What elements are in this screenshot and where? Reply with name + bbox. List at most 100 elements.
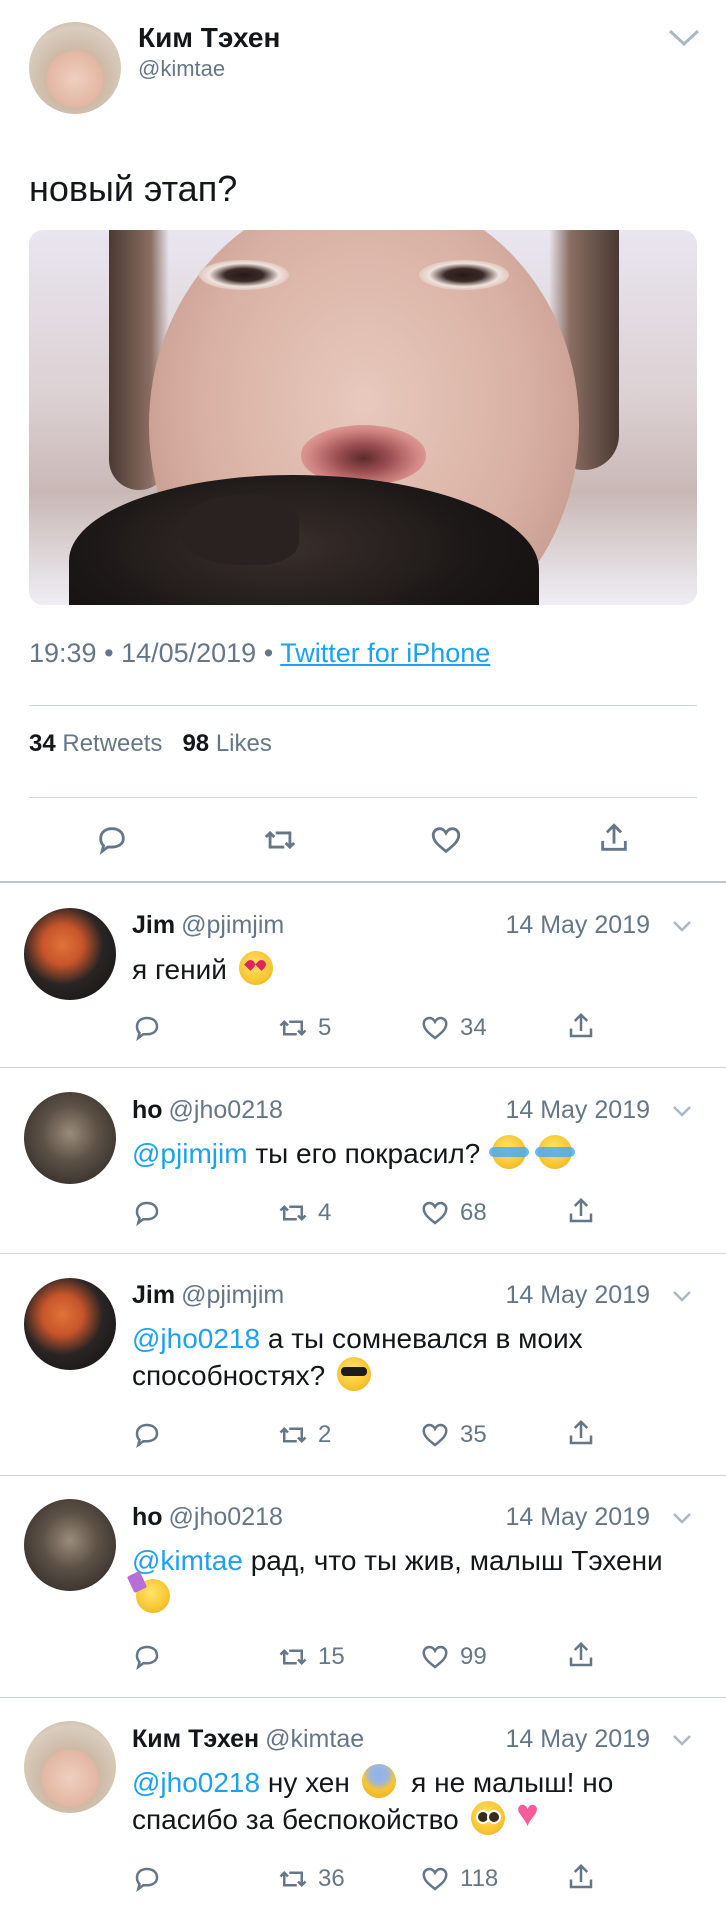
like-icon <box>422 1423 448 1447</box>
author-name[interactable]: Ким Тэхен <box>138 22 280 54</box>
share-icon <box>569 1419 593 1445</box>
reply-text: @jho0218 а ты сомневался в моих способно… <box>132 1323 583 1391</box>
chevron-down-icon[interactable] <box>671 1285 693 1307</box>
sunglasses-emoji <box>337 1357 372 1391</box>
reply-button[interactable] <box>132 1642 162 1672</box>
reply-handle: @pjimjim <box>181 911 285 939</box>
reply-handle: @kimtae <box>265 1725 365 1753</box>
reply-button[interactable] <box>132 1420 162 1450</box>
reply-button[interactable] <box>95 823 129 857</box>
like-icon <box>422 1016 448 1040</box>
reply-icon <box>135 1645 159 1671</box>
retweet-button[interactable]: 36 <box>278 1864 345 1894</box>
chevron-down-icon[interactable] <box>671 1100 693 1122</box>
divider <box>29 797 697 798</box>
retweet-button[interactable] <box>263 823 297 857</box>
retweet-button[interactable]: 5 <box>278 1013 331 1043</box>
reply-text: @kimtae рад, что ты жив, малыш Тэхени <box>132 1542 692 1616</box>
reply-handle: @jho0218 <box>168 1096 283 1124</box>
avatar[interactable] <box>24 1499 116 1591</box>
tweet-photo[interactable] <box>29 230 697 605</box>
share-button[interactable] <box>566 1011 596 1041</box>
author-handle[interactable]: @kimtae <box>138 56 225 82</box>
partying-face-emoji <box>136 1579 170 1613</box>
reply-button[interactable] <box>132 1198 162 1228</box>
tweet-text: новый этап? <box>29 168 238 209</box>
likes-label: Likes <box>215 730 272 757</box>
reply-author[interactable]: Jim @pjimjim <box>132 1281 284 1310</box>
share-button[interactable] <box>597 821 631 855</box>
like-button[interactable]: 118 <box>420 1864 498 1894</box>
like-count: 118 <box>460 1865 499 1892</box>
avatar[interactable] <box>29 22 121 114</box>
like-button[interactable]: 35 <box>420 1420 487 1450</box>
reply-item[interactable]: Ким Тэхен @kimtae 14 May 2019 @jho0218 ну… <box>0 1697 726 1920</box>
like-count: 34 <box>460 1014 487 1041</box>
reply-item[interactable]: Jim @pjimjim 14 May 2019 я гений 5 34 <box>0 883 726 1068</box>
reply-author[interactable]: ho @jho0218 <box>132 1503 283 1532</box>
retweets-count: 34 <box>29 730 56 757</box>
tweet-meta: 19:39 • 14/05/2019 • Twitter for iPhone <box>29 638 490 669</box>
reply-author[interactable]: Ким Тэхен @kimtae <box>132 1725 364 1754</box>
reply-button[interactable] <box>132 1013 162 1043</box>
meta-separator: • <box>104 638 114 668</box>
reply-item[interactable]: ho @jho0218 14 May 2019 @kimtae рад, что … <box>0 1475 726 1698</box>
mention-link[interactable]: @jho0218 <box>132 1323 260 1354</box>
tweet-actions <box>0 820 726 860</box>
mention-link[interactable]: @kimtae <box>132 1545 243 1576</box>
avatar[interactable] <box>24 908 116 1000</box>
avatar[interactable] <box>24 1278 116 1370</box>
reply-author[interactable]: Jim @pjimjim <box>132 911 284 940</box>
share-icon <box>601 823 627 851</box>
chevron-down-icon[interactable] <box>668 28 700 48</box>
retweet-icon <box>279 1648 307 1666</box>
retweet-count: 4 <box>318 1199 332 1226</box>
mention-link[interactable]: @pjimjim <box>132 1138 248 1169</box>
share-button[interactable] <box>566 1196 596 1226</box>
reply-item[interactable]: Jim @pjimjim 14 May 2019 @jho0218 а ты со… <box>0 1253 726 1476</box>
reply-date: 14 May 2019 <box>505 1281 650 1309</box>
retweet-count: 5 <box>318 1014 332 1041</box>
reply-date: 14 May 2019 <box>505 1096 650 1124</box>
anxious-face-emoji <box>361 1764 396 1798</box>
avatar[interactable] <box>24 1092 116 1184</box>
like-icon <box>422 1201 448 1225</box>
retweet-button[interactable]: 2 <box>278 1420 331 1450</box>
retweet-icon <box>279 1019 307 1037</box>
likes-stat[interactable]: 98 Likes <box>182 730 271 757</box>
chevron-down-icon[interactable] <box>671 1729 693 1751</box>
like-button[interactable]: 99 <box>420 1642 487 1672</box>
mention-link[interactable]: @jho0218 <box>132 1767 260 1798</box>
reply-text: @jho0218 ну хен я не малыш! но спасибо з… <box>132 1764 692 1838</box>
tweet-date: 14/05/2019 <box>121 638 257 668</box>
share-button[interactable] <box>566 1418 596 1448</box>
divider <box>29 705 697 706</box>
retweet-button[interactable]: 4 <box>278 1198 331 1228</box>
like-button[interactable] <box>429 823 463 857</box>
like-button[interactable]: 68 <box>420 1198 487 1228</box>
like-button[interactable]: 34 <box>420 1013 487 1043</box>
reply-icon <box>99 827 125 855</box>
like-icon <box>431 827 461 854</box>
reply-date: 14 May 2019 <box>505 1503 650 1531</box>
tweet-time: 19:39 <box>29 638 97 668</box>
engagement-counts: 34 Retweets 98 Likes <box>29 730 272 758</box>
reply-button[interactable] <box>132 1864 162 1894</box>
avatar[interactable] <box>24 1721 116 1813</box>
reply-author[interactable]: ho @jho0218 <box>132 1096 283 1125</box>
share-button[interactable] <box>566 1862 596 1892</box>
share-icon <box>569 1863 593 1889</box>
retweet-button[interactable]: 15 <box>278 1642 345 1672</box>
reply-handle: @pjimjim <box>181 1281 285 1309</box>
reply-item[interactable]: ho @jho0218 14 May 2019 @pjimjim ты его п… <box>0 1068 726 1254</box>
retweet-count: 15 <box>318 1643 345 1670</box>
retweets-stat[interactable]: 34 Retweets <box>29 730 162 757</box>
meta-separator: • <box>263 638 274 668</box>
retweet-icon <box>279 1426 307 1444</box>
tweet-source-link[interactable]: Twitter for iPhone <box>280 638 490 668</box>
pleading-face-emoji <box>470 1801 505 1835</box>
chevron-down-icon[interactable] <box>671 1507 693 1529</box>
share-button[interactable] <box>566 1640 596 1670</box>
reply-icon <box>135 1201 159 1227</box>
chevron-down-icon[interactable] <box>671 915 693 937</box>
